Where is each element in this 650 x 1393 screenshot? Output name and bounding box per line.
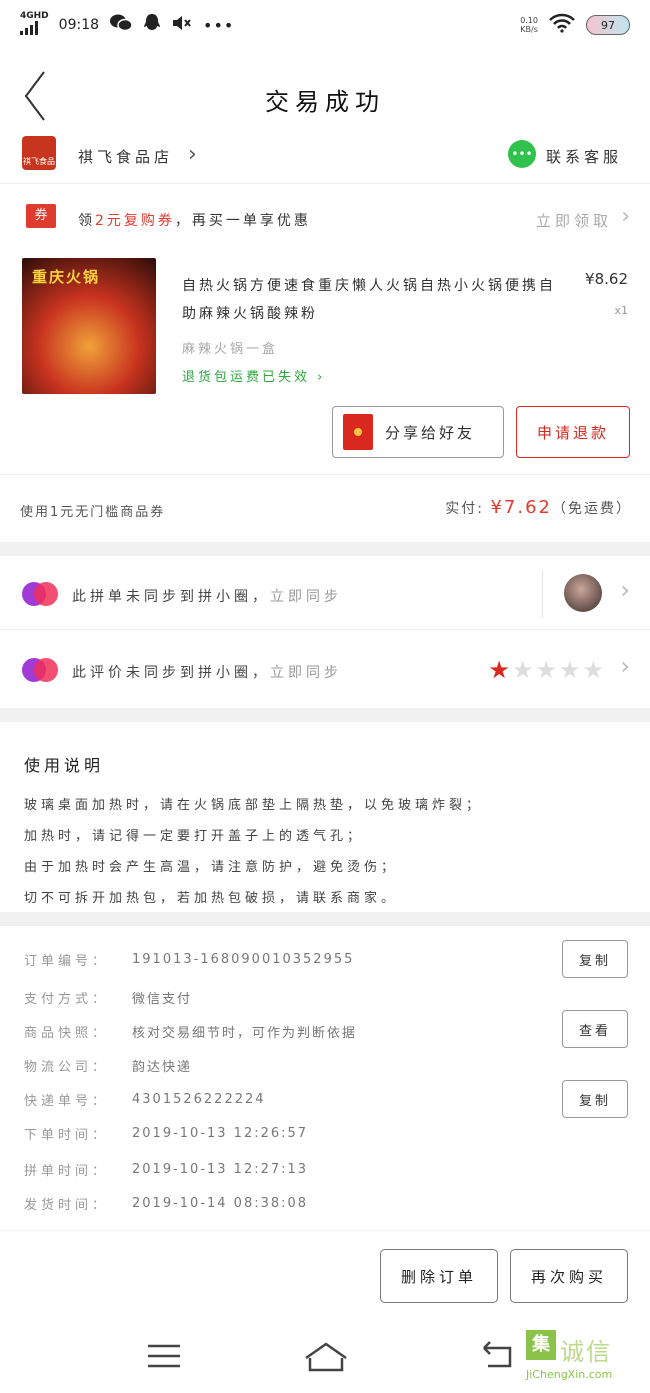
- section-divider: [0, 542, 650, 556]
- avatar[interactable]: [564, 574, 602, 612]
- copy-tracking-number-button[interactable]: 复制: [562, 1080, 628, 1118]
- chevron-right-icon: ›: [620, 576, 630, 604]
- order-number-row: 订单编号： 191013-168090010352955: [24, 951, 355, 969]
- coupon-row: 券 领2元复购券，再买一单享优惠 立即领取 ›: [0, 198, 650, 238]
- instructions-title: 使用说明: [24, 756, 105, 775]
- pinxiaoquan-logo-icon: [22, 582, 60, 606]
- wechat-icon: [109, 13, 133, 37]
- claim-coupon-button[interactable]: 立即领取: [536, 210, 612, 231]
- usage-instructions: 使用说明 玻璃桌面加热时，请在火锅底部垫上隔热垫，以免玻璃炸裂； 加热时，请记得…: [0, 744, 650, 912]
- payment-summary: 使用1元无门槛商品券 实付: ¥7.62（免运费）: [0, 474, 650, 540]
- menu-button[interactable]: [134, 1336, 194, 1376]
- home-icon: [305, 1342, 347, 1372]
- payment-method-row: 支付方式： 微信支付: [24, 991, 193, 1007]
- coupon-highlight: 2元复购券: [95, 213, 175, 229]
- chevron-right-icon: ›: [188, 142, 197, 167]
- snapshot-row: 商品快照： 核对交易细节时，可作为判断依据: [24, 1025, 358, 1041]
- order-time-row: 下单时间： 2019-10-13 12:26:57: [24, 1125, 309, 1143]
- instruction-line: 由于加热时会产生高温，请注意防护，避免烫伤；: [24, 860, 399, 875]
- ship-time-row: 发货时间： 2019-10-14 08:38:08: [24, 1195, 309, 1213]
- product-spec: 麻辣火锅一盒: [182, 342, 279, 357]
- refund-shipping-note[interactable]: 退货包运费已失效 ›: [182, 366, 325, 385]
- paid-amount: 实付: ¥7.62（免运费）: [445, 497, 632, 518]
- tracking-number-row: 快递单号： 4301526222224: [24, 1091, 266, 1109]
- star-icon[interactable]: ★: [535, 656, 557, 684]
- courier-row: 物流公司： 韵达快递: [24, 1059, 193, 1075]
- product-quantity: x1: [614, 304, 628, 317]
- section-divider: [0, 708, 650, 722]
- share-to-friend-button[interactable]: 分享给好友: [332, 406, 504, 458]
- shop-logo[interactable]: 祺飞食品: [22, 136, 56, 170]
- sync-order-text: 此拼单未同步到拼小圈，立即同步: [72, 589, 342, 605]
- red-packet-icon: [343, 414, 373, 450]
- section-divider: [0, 912, 650, 926]
- status-bar: 4GHD 09:18 ••• 0.10 KB/s 97: [0, 0, 650, 50]
- page-title: 交易成功: [265, 88, 385, 116]
- group-time-row: 拼单时间： 2019-10-13 12:27:13: [24, 1161, 309, 1179]
- instruction-line: 加热时，请记得一定要打开盖子上的透气孔；: [24, 829, 365, 844]
- order-action-row: 分享给好友 申请退款: [0, 406, 650, 460]
- sync-order-action[interactable]: 立即同步: [270, 589, 342, 605]
- rating-stars[interactable]: ★ ★ ★ ★ ★: [488, 656, 604, 684]
- home-button[interactable]: [296, 1336, 356, 1376]
- instruction-line: 玻璃桌面加热时，请在火锅底部垫上隔热垫，以免玻璃炸裂；: [24, 798, 484, 813]
- battery-indicator: 97: [586, 15, 630, 35]
- menu-icon: [148, 1344, 180, 1368]
- network-speed: 0.10 KB/s: [520, 16, 538, 34]
- view-snapshot-button[interactable]: 查看: [562, 1010, 628, 1048]
- delete-order-button[interactable]: 删除订单: [380, 1249, 498, 1303]
- star-icon[interactable]: ★: [559, 656, 581, 684]
- product-card[interactable]: 重庆火锅 自热火锅方便速食重庆懒人火锅自热小火锅便携自助麻辣火锅酸辣粉 ¥8.6…: [0, 258, 650, 398]
- divider-line: [542, 570, 543, 618]
- instructions-body: 玻璃桌面加热时，请在火锅底部垫上隔热垫，以免玻璃炸裂； 加热时，请记得一定要打开…: [24, 790, 634, 914]
- sync-review-row[interactable]: 此评价未同步到拼小圈，立即同步 ★ ★ ★ ★ ★ ›: [0, 632, 650, 706]
- copy-order-number-button[interactable]: 复制: [562, 940, 628, 978]
- coupon-badge: 券: [26, 204, 56, 228]
- pinxiaoquan-logo-icon: [22, 658, 60, 682]
- chat-bubble-icon[interactable]: •••: [508, 140, 536, 168]
- chevron-right-icon: ›: [620, 652, 630, 680]
- product-image-caption: 重庆火锅: [32, 268, 101, 286]
- qq-icon: [143, 13, 161, 37]
- signal-icon: [20, 21, 38, 35]
- order-info: 订单编号： 191013-168090010352955 复制 支付方式： 微信支付…: [0, 940, 650, 1230]
- request-refund-button[interactable]: 申请退款: [516, 406, 630, 458]
- buy-again-button[interactable]: 再次购买: [510, 1249, 628, 1303]
- bottom-action-bar: 删除订单 再次购买: [0, 1230, 650, 1322]
- status-time: 09:18: [58, 17, 100, 33]
- star-icon[interactable]: ★: [582, 656, 604, 684]
- more-dots-icon: •••: [203, 15, 235, 35]
- system-navigation-bar: 集 诚信 JiChengXin.com: [0, 1322, 650, 1393]
- instruction-line: 切不可拆开加热包，若加热包破损，请联系商家。: [24, 891, 399, 906]
- sync-order-row[interactable]: 此拼单未同步到拼小圈，立即同步 ›: [0, 556, 650, 630]
- return-icon: [483, 1341, 512, 1368]
- shop-name-link[interactable]: 祺飞食品店: [78, 146, 173, 167]
- back-system-button[interactable]: [466, 1336, 526, 1376]
- sync-review-text: 此评价未同步到拼小圈，立即同步: [72, 665, 342, 681]
- network-type: 4GHD: [20, 11, 49, 21]
- star-icon[interactable]: ★: [512, 656, 534, 684]
- product-image[interactable]: 重庆火锅: [22, 258, 156, 394]
- sync-review-action[interactable]: 立即同步: [270, 665, 342, 681]
- chevron-right-icon: ›: [621, 204, 630, 229]
- product-name[interactable]: 自热火锅方便速食重庆懒人火锅自热小火锅便携自助麻辣火锅酸辣粉: [182, 272, 572, 328]
- wifi-icon: [548, 13, 576, 37]
- coupon-used-note: 使用1元无门槛商品券: [20, 505, 166, 520]
- nav-bar: 交易成功: [0, 60, 650, 130]
- shop-row: 祺飞食品 祺飞食品店 › ••• 联系客服: [0, 132, 650, 184]
- contact-service-button[interactable]: 联系客服: [546, 146, 622, 167]
- coupon-text: 领2元复购券，再买一单享优惠: [78, 213, 311, 229]
- watermark-logo: 集 诚信 JiChengXin.com: [526, 1328, 644, 1386]
- star-icon[interactable]: ★: [488, 656, 510, 684]
- product-price: ¥8.62: [585, 270, 628, 288]
- muted-speaker-icon: [171, 13, 193, 37]
